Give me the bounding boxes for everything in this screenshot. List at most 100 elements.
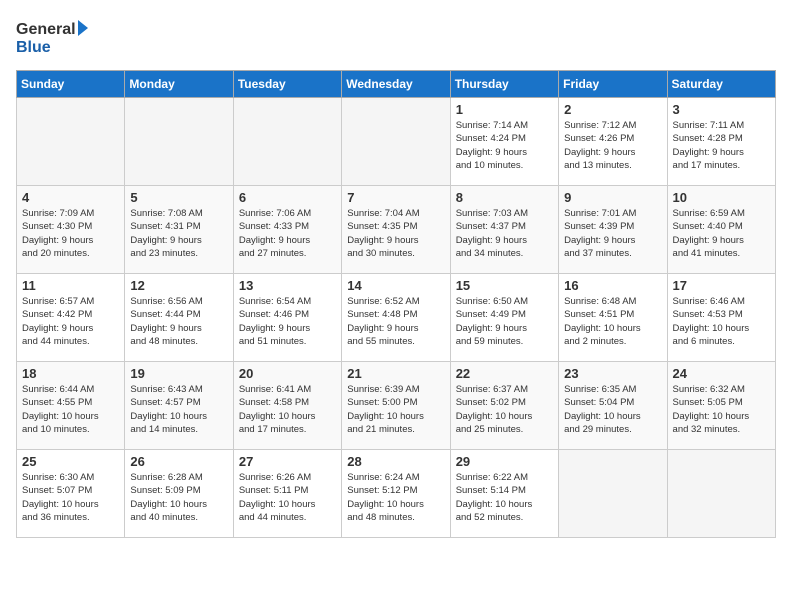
day-number: 26: [130, 454, 227, 469]
day-info: Sunrise: 6:56 AM Sunset: 4:44 PM Dayligh…: [130, 295, 227, 348]
calendar-cell: 26Sunrise: 6:28 AM Sunset: 5:09 PM Dayli…: [125, 450, 233, 538]
day-number: 16: [564, 278, 661, 293]
column-header-monday: Monday: [125, 71, 233, 98]
day-info: Sunrise: 6:30 AM Sunset: 5:07 PM Dayligh…: [22, 471, 119, 524]
calendar-cell: 15 Sunrise: 6:50 AM Sunset: 4:49 PM Dayli…: [450, 274, 558, 362]
page-header: GeneralBlue: [16, 16, 776, 60]
day-info: Sunrise: 6:44 AM Sunset: 4:55 PM Dayligh…: [22, 383, 119, 436]
day-info: Sunrise: 7:06 AM Sunset: 4:33 PM Dayligh…: [239, 207, 336, 260]
day-info: Sunrise: 6:43 AM Sunset: 4:57 PM Dayligh…: [130, 383, 227, 436]
week-row-1: 1Sunrise: 7:14 AM Sunset: 4:24 PM Daylig…: [17, 98, 776, 186]
day-info: Sunrise: 7:11 AM Sunset: 4:28 PM Dayligh…: [673, 119, 770, 172]
day-info: Sunrise: 7:09 AM Sunset: 4:30 PM Dayligh…: [22, 207, 119, 260]
day-info: Sunrise: 7:03 AM Sunset: 4:37 PM Dayligh…: [456, 207, 553, 260]
calendar-cell: 10 Sunrise: 6:59 AM Sunset: 4:40 PM Dayli…: [667, 186, 775, 274]
day-info: Sunrise: 7:04 AM Sunset: 4:35 PM Dayligh…: [347, 207, 444, 260]
calendar-cell: 3 Sunrise: 7:11 AM Sunset: 4:28 PM Daylig…: [667, 98, 775, 186]
column-header-tuesday: Tuesday: [233, 71, 341, 98]
calendar-table: SundayMondayTuesdayWednesdayThursdayFrid…: [16, 70, 776, 538]
calendar-cell: 16 Sunrise: 6:48 AM Sunset: 4:51 PM Dayli…: [559, 274, 667, 362]
day-info: Sunrise: 6:22 AM Sunset: 5:14 PM Dayligh…: [456, 471, 553, 524]
day-number: 28: [347, 454, 444, 469]
day-info: Sunrise: 6:57 AM Sunset: 4:42 PM Dayligh…: [22, 295, 119, 348]
day-info: Sunrise: 6:32 AM Sunset: 5:05 PM Dayligh…: [673, 383, 770, 436]
week-row-2: 4Sunrise: 7:09 AM Sunset: 4:30 PM Daylig…: [17, 186, 776, 274]
day-number: 12: [130, 278, 227, 293]
day-info: Sunrise: 6:46 AM Sunset: 4:53 PM Dayligh…: [673, 295, 770, 348]
calendar-cell: 14 Sunrise: 6:52 AM Sunset: 4:48 PM Dayli…: [342, 274, 450, 362]
calendar-cell: 4Sunrise: 7:09 AM Sunset: 4:30 PM Daylig…: [17, 186, 125, 274]
calendar-cell: [233, 98, 341, 186]
day-info: Sunrise: 6:48 AM Sunset: 4:51 PM Dayligh…: [564, 295, 661, 348]
day-info: Sunrise: 6:52 AM Sunset: 4:48 PM Dayligh…: [347, 295, 444, 348]
day-number: 20: [239, 366, 336, 381]
day-info: Sunrise: 6:35 AM Sunset: 5:04 PM Dayligh…: [564, 383, 661, 436]
calendar-cell: 7Sunrise: 7:04 AM Sunset: 4:35 PM Daylig…: [342, 186, 450, 274]
day-number: 19: [130, 366, 227, 381]
calendar-cell: 1Sunrise: 7:14 AM Sunset: 4:24 PM Daylig…: [450, 98, 558, 186]
calendar-cell: 25 Sunrise: 6:30 AM Sunset: 5:07 PM Dayli…: [17, 450, 125, 538]
svg-text:Blue: Blue: [16, 39, 51, 56]
day-info: Sunrise: 6:41 AM Sunset: 4:58 PM Dayligh…: [239, 383, 336, 436]
calendar-cell: [125, 98, 233, 186]
day-info: Sunrise: 7:12 AM Sunset: 4:26 PM Dayligh…: [564, 119, 661, 172]
day-number: 18: [22, 366, 119, 381]
day-number: 10: [673, 190, 770, 205]
day-number: 2: [564, 102, 661, 117]
day-number: 24: [673, 366, 770, 381]
column-header-saturday: Saturday: [667, 71, 775, 98]
day-number: 23: [564, 366, 661, 381]
calendar-cell: 23 Sunrise: 6:35 AM Sunset: 5:04 PM Dayli…: [559, 362, 667, 450]
day-number: 8: [456, 190, 553, 205]
calendar-cell: 27Sunrise: 6:26 AM Sunset: 5:11 PM Dayli…: [233, 450, 341, 538]
calendar-cell: 20 Sunrise: 6:41 AM Sunset: 4:58 PM Dayli…: [233, 362, 341, 450]
day-info: Sunrise: 6:59 AM Sunset: 4:40 PM Dayligh…: [673, 207, 770, 260]
column-header-thursday: Thursday: [450, 71, 558, 98]
calendar-cell: 28 Sunrise: 6:24 AM Sunset: 5:12 PM Dayli…: [342, 450, 450, 538]
calendar-cell: [667, 450, 775, 538]
week-row-5: 25 Sunrise: 6:30 AM Sunset: 5:07 PM Dayli…: [17, 450, 776, 538]
calendar-cell: 24 Sunrise: 6:32 AM Sunset: 5:05 PM Dayli…: [667, 362, 775, 450]
day-number: 9: [564, 190, 661, 205]
day-number: 1: [456, 102, 553, 117]
generalblue-logo-icon: GeneralBlue: [16, 16, 96, 60]
day-info: Sunrise: 6:39 AM Sunset: 5:00 PM Dayligh…: [347, 383, 444, 436]
day-number: 14: [347, 278, 444, 293]
calendar-cell: 6 Sunrise: 7:06 AM Sunset: 4:33 PM Daylig…: [233, 186, 341, 274]
calendar-cell: [17, 98, 125, 186]
day-number: 3: [673, 102, 770, 117]
day-number: 21: [347, 366, 444, 381]
day-info: Sunrise: 7:08 AM Sunset: 4:31 PM Dayligh…: [130, 207, 227, 260]
day-number: 25: [22, 454, 119, 469]
day-number: 11: [22, 278, 119, 293]
calendar-cell: 5 Sunrise: 7:08 AM Sunset: 4:31 PM Daylig…: [125, 186, 233, 274]
day-info: Sunrise: 6:24 AM Sunset: 5:12 PM Dayligh…: [347, 471, 444, 524]
calendar-cell: 2 Sunrise: 7:12 AM Sunset: 4:26 PM Daylig…: [559, 98, 667, 186]
day-info: Sunrise: 6:37 AM Sunset: 5:02 PM Dayligh…: [456, 383, 553, 436]
column-header-wednesday: Wednesday: [342, 71, 450, 98]
week-row-4: 18 Sunrise: 6:44 AM Sunset: 4:55 PM Dayli…: [17, 362, 776, 450]
logo-area: GeneralBlue: [16, 16, 96, 60]
calendar-cell: 11 Sunrise: 6:57 AM Sunset: 4:42 PM Dayli…: [17, 274, 125, 362]
day-number: 17: [673, 278, 770, 293]
day-number: 15: [456, 278, 553, 293]
column-header-sunday: Sunday: [17, 71, 125, 98]
column-header-friday: Friday: [559, 71, 667, 98]
calendar-cell: 29 Sunrise: 6:22 AM Sunset: 5:14 PM Dayli…: [450, 450, 558, 538]
header-row: SundayMondayTuesdayWednesdayThursdayFrid…: [17, 71, 776, 98]
day-info: Sunrise: 6:50 AM Sunset: 4:49 PM Dayligh…: [456, 295, 553, 348]
day-info: Sunrise: 6:54 AM Sunset: 4:46 PM Dayligh…: [239, 295, 336, 348]
day-number: 5: [130, 190, 227, 205]
calendar-cell: [559, 450, 667, 538]
day-number: 29: [456, 454, 553, 469]
calendar-cell: 22 Sunrise: 6:37 AM Sunset: 5:02 PM Dayli…: [450, 362, 558, 450]
calendar-cell: 19 Sunrise: 6:43 AM Sunset: 4:57 PM Dayli…: [125, 362, 233, 450]
calendar-cell: 17 Sunrise: 6:46 AM Sunset: 4:53 PM Dayli…: [667, 274, 775, 362]
calendar-cell: 21 Sunrise: 6:39 AM Sunset: 5:00 PM Dayli…: [342, 362, 450, 450]
day-number: 13: [239, 278, 336, 293]
calendar-cell: 9Sunrise: 7:01 AM Sunset: 4:39 PM Daylig…: [559, 186, 667, 274]
day-number: 22: [456, 366, 553, 381]
calendar-cell: 18 Sunrise: 6:44 AM Sunset: 4:55 PM Dayli…: [17, 362, 125, 450]
calendar-cell: 8 Sunrise: 7:03 AM Sunset: 4:37 PM Daylig…: [450, 186, 558, 274]
day-number: 6: [239, 190, 336, 205]
